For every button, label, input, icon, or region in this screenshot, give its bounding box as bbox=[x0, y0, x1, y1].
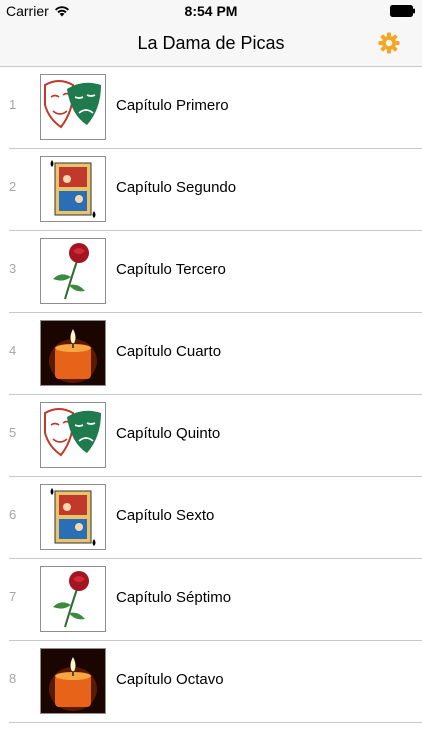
theater-masks-thumbnail bbox=[40, 402, 106, 468]
chapter-title: Capítulo Tercero bbox=[116, 261, 226, 278]
chapter-row-7[interactable]: 7 Capítulo Séptimo bbox=[9, 559, 422, 641]
chapter-title: Capítulo Séptimo bbox=[116, 589, 232, 606]
chapter-title: Capítulo Primero bbox=[116, 97, 229, 114]
chapter-number: 7 bbox=[9, 589, 17, 604]
chapter-title: Capítulo Cuarto bbox=[116, 343, 222, 360]
chapter-number: 3 bbox=[9, 261, 17, 276]
chapter-row-6[interactable]: 6 Capítulo Sexto bbox=[9, 477, 422, 559]
red-rose-thumbnail bbox=[40, 566, 106, 632]
gear-icon[interactable] bbox=[378, 32, 400, 54]
battery-icon bbox=[390, 5, 416, 17]
theater-masks-thumbnail bbox=[40, 74, 106, 140]
chapter-number: 5 bbox=[9, 425, 17, 440]
candle-thumbnail bbox=[40, 648, 106, 714]
chapter-row-5[interactable]: 5 Capítulo Quinto bbox=[9, 395, 422, 477]
status-time: 8:54 PM bbox=[184, 3, 238, 19]
chapter-title: Capítulo Octavo bbox=[116, 671, 224, 688]
queen-of-spades-thumbnail bbox=[40, 484, 106, 550]
chapter-number: 4 bbox=[9, 343, 17, 358]
chapter-number: 2 bbox=[9, 179, 17, 194]
navigation-bar: La Dama de Picas bbox=[0, 22, 422, 67]
chapter-row-2[interactable]: 2 Capítulo Segundo bbox=[9, 149, 422, 231]
chapter-number: 6 bbox=[9, 507, 17, 522]
chapter-number: 8 bbox=[9, 671, 17, 686]
chapter-row-3[interactable]: 3 Capítulo Tercero bbox=[9, 231, 422, 313]
status-bar: Carrier 8:54 PM bbox=[0, 0, 422, 22]
chapter-number: 1 bbox=[9, 97, 17, 112]
chapter-list: 1 Capítulo Primero 2 Capítulo Segundo 3 … bbox=[0, 67, 422, 723]
chapter-row-4[interactable]: 4 Capítulo Cuarto bbox=[9, 313, 422, 395]
red-rose-thumbnail bbox=[40, 238, 106, 304]
chapter-row-8[interactable]: 8 Capítulo Octavo bbox=[9, 641, 422, 723]
candle-thumbnail bbox=[40, 320, 106, 386]
queen-of-spades-thumbnail bbox=[40, 156, 106, 222]
chapter-row-1[interactable]: 1 Capítulo Primero bbox=[9, 67, 422, 149]
chapter-title: Capítulo Segundo bbox=[116, 179, 237, 196]
chapter-title: Capítulo Sexto bbox=[116, 507, 215, 524]
page-title: La Dama de Picas bbox=[137, 33, 285, 53]
chapter-title: Capítulo Quinto bbox=[116, 425, 221, 442]
